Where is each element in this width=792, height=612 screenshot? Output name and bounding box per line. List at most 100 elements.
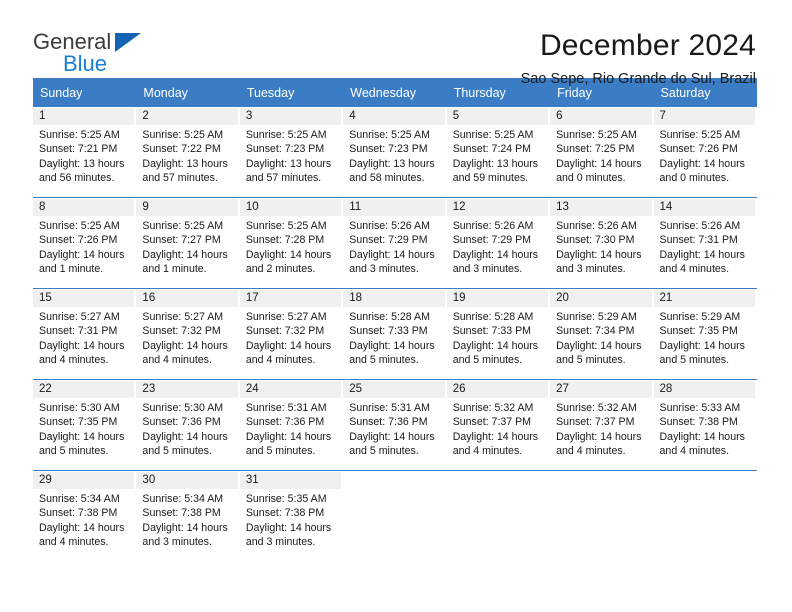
- day-cell-content: 31 Sunrise: 5:35 AM Sunset: 7:38 PM Dayligh…: [239, 472, 343, 561]
- daylight-duration-line1: Daylight: 14 hours: [245, 430, 332, 443]
- day-number: 21: [653, 290, 755, 307]
- calendar-day-cell[interactable]: 29 Sunrise: 5:34 AM Sunset: 7:38 PM Dayligh…: [33, 470, 137, 561]
- sunrise-time: Sunrise: 5:26 AM: [349, 220, 430, 232]
- daylight-duration-line2: and 4 minutes.: [452, 445, 523, 458]
- calendar-day-cell[interactable]: 4 Sunrise: 5:25 AM Sunset: 7:23 PM Daylight…: [343, 107, 446, 198]
- daylight-duration-line2: and 3 minutes.: [556, 263, 626, 276]
- daylight-duration-line1: Daylight: 14 hours: [659, 248, 745, 261]
- day-cell-content: 7 Sunrise: 5:25 AM Sunset: 7:26 PM Daylight…: [653, 108, 757, 197]
- sunrise-time: Sunrise: 5:26 AM: [659, 220, 741, 232]
- calendar-day-cell[interactable]: 20 Sunrise: 5:29 AM Sunset: 7:34 PM Dayligh…: [550, 288, 654, 380]
- sunrise-time: Sunrise: 5:26 AM: [556, 220, 637, 232]
- sunrise-time: Sunrise: 5:34 AM: [39, 493, 120, 505]
- calendar-day-cell[interactable]: 26 Sunrise: 5:32 AM Sunset: 7:37 PM Dayligh…: [446, 379, 551, 471]
- daylight-duration-line1: Daylight: 14 hours: [349, 430, 435, 443]
- day-number: 19: [446, 290, 549, 307]
- sunset-time: Sunset: 7:38 PM: [142, 507, 221, 520]
- calendar-day-cell[interactable]: 11 Sunrise: 5:26 AM Sunset: 7:29 PM Dayligh…: [343, 197, 447, 289]
- sunrise-time: Sunrise: 5:28 AM: [452, 311, 534, 323]
- sunset-time: Sunset: 7:34 PM: [556, 325, 635, 338]
- calendar-day-cell[interactable]: 23 Sunrise: 5:30 AM Sunset: 7:36 PM Dayligh…: [136, 379, 240, 471]
- daylight-duration-line2: and 56 minutes.: [39, 172, 115, 185]
- sunset-time: Sunset: 7:32 PM: [142, 325, 221, 338]
- day-cell-content: 22 Sunrise: 5:30 AM Sunset: 7:35 PM Dayligh…: [33, 381, 136, 470]
- calendar-day-cell[interactable]: 30 Sunrise: 5:34 AM Sunset: 7:38 PM Dayligh…: [136, 470, 240, 561]
- calendar-day-cell[interactable]: 31 Sunrise: 5:35 AM Sunset: 7:38 PM Dayligh…: [239, 470, 344, 561]
- calendar-day-cell[interactable]: 8 Sunrise: 5:25 AM Sunset: 7:26 PM Daylight…: [33, 197, 137, 289]
- day-cell-content: [654, 472, 757, 561]
- day-sun-info: Sunrise: 5:27 AM Sunset: 7:32 PM Daylight:…: [136, 307, 239, 368]
- day-cell-content: 26 Sunrise: 5:32 AM Sunset: 7:37 PM Dayligh…: [446, 381, 550, 470]
- day-cell-content: 25 Sunrise: 5:31 AM Sunset: 7:36 PM Dayligh…: [343, 381, 446, 470]
- calendar-day-cell[interactable]: 15 Sunrise: 5:27 AM Sunset: 7:31 PM Dayligh…: [33, 288, 137, 380]
- calendar-day-cell[interactable]: 5 Sunrise: 5:25 AM Sunset: 7:24 PM Daylight…: [446, 107, 550, 198]
- daylight-duration-line1: Daylight: 14 hours: [142, 430, 228, 443]
- day-number: 7: [653, 108, 755, 125]
- calendar-day-cell[interactable]: 9 Sunrise: 5:25 AM Sunset: 7:27 PM Daylight…: [136, 197, 240, 289]
- daylight-duration-line1: Daylight: 14 hours: [659, 430, 745, 443]
- calendar-day-cell[interactable]: 13 Sunrise: 5:26 AM Sunset: 7:30 PM Dayligh…: [550, 197, 654, 289]
- sunrise-time: Sunrise: 5:33 AM: [659, 402, 741, 414]
- daylight-duration-line2: and 5 minutes.: [556, 354, 626, 367]
- sunset-time: Sunset: 7:36 PM: [349, 416, 428, 429]
- calendar-day-cell[interactable]: 14 Sunrise: 5:26 AM Sunset: 7:31 PM Dayligh…: [653, 197, 757, 289]
- calendar-day-cell[interactable]: 25 Sunrise: 5:31 AM Sunset: 7:36 PM Dayligh…: [343, 379, 447, 471]
- sunset-time: Sunset: 7:33 PM: [349, 325, 428, 338]
- day-cell-content: 3 Sunrise: 5:25 AM Sunset: 7:23 PM Daylight…: [239, 108, 343, 197]
- sunrise-time: Sunrise: 5:27 AM: [39, 311, 120, 323]
- generalblue-logo[interactable]: General Blue: [33, 28, 163, 86]
- day-sun-info: Sunrise: 5:25 AM Sunset: 7:26 PM Daylight:…: [33, 216, 136, 277]
- daylight-duration-line1: Daylight: 14 hours: [349, 248, 435, 261]
- calendar-day-cell[interactable]: 3 Sunrise: 5:25 AM Sunset: 7:23 PM Daylight…: [239, 107, 343, 198]
- sunset-time: Sunset: 7:23 PM: [349, 143, 428, 156]
- daylight-duration-line2: and 5 minutes.: [39, 445, 109, 458]
- calendar-day-cell[interactable]: 27 Sunrise: 5:32 AM Sunset: 7:37 PM Dayligh…: [550, 379, 654, 471]
- day-cell-content: 20 Sunrise: 5:29 AM Sunset: 7:34 PM Dayligh…: [550, 290, 653, 379]
- calendar-day-cell[interactable]: 16 Sunrise: 5:27 AM Sunset: 7:32 PM Dayligh…: [136, 288, 240, 380]
- calendar-week-row: 1 Sunrise: 5:25 AM Sunset: 7:21 PM Daylight…: [33, 107, 757, 198]
- calendar-day-cell[interactable]: 1 Sunrise: 5:25 AM Sunset: 7:21 PM Daylight…: [33, 107, 136, 198]
- sunrise-time: Sunrise: 5:27 AM: [142, 311, 224, 323]
- calendar-week-row: 15 Sunrise: 5:27 AM Sunset: 7:31 PM Dayligh…: [33, 288, 757, 380]
- day-number: 12: [446, 199, 549, 216]
- daylight-duration-line2: and 4 minutes.: [556, 445, 626, 458]
- sunset-time: Sunset: 7:32 PM: [245, 325, 325, 338]
- calendar-day-cell[interactable]: 21 Sunrise: 5:29 AM Sunset: 7:35 PM Dayligh…: [653, 288, 757, 380]
- day-sun-info: Sunrise: 5:32 AM Sunset: 7:37 PM Daylight:…: [447, 398, 550, 459]
- day-sun-info: Sunrise: 5:29 AM Sunset: 7:35 PM Daylight:…: [654, 307, 757, 368]
- sunrise-time: Sunrise: 5:25 AM: [245, 220, 327, 232]
- calendar-day-cell[interactable]: 10 Sunrise: 5:25 AM Sunset: 7:28 PM Dayligh…: [239, 197, 344, 289]
- day-cell-content: 4 Sunrise: 5:25 AM Sunset: 7:23 PM Daylight…: [343, 108, 446, 197]
- calendar-day-cell[interactable]: 19 Sunrise: 5:28 AM Sunset: 7:33 PM Dayligh…: [446, 288, 551, 380]
- calendar-day-cell[interactable]: 17 Sunrise: 5:27 AM Sunset: 7:32 PM Dayligh…: [239, 288, 344, 380]
- day-sun-info: Sunrise: 5:25 AM Sunset: 7:23 PM Daylight:…: [240, 125, 343, 186]
- day-sun-info: Sunrise: 5:27 AM Sunset: 7:31 PM Daylight:…: [33, 307, 136, 368]
- daylight-duration-line1: Daylight: 14 hours: [142, 248, 228, 261]
- day-sun-info: Sunrise: 5:28 AM Sunset: 7:33 PM Daylight:…: [343, 307, 446, 368]
- calendar-day-cell[interactable]: 22 Sunrise: 5:30 AM Sunset: 7:35 PM Dayligh…: [33, 379, 137, 471]
- calendar-day-cell[interactable]: 12 Sunrise: 5:26 AM Sunset: 7:29 PM Dayligh…: [446, 197, 551, 289]
- sunset-time: Sunset: 7:22 PM: [142, 143, 221, 156]
- daylight-duration-line1: Daylight: 13 hours: [349, 157, 435, 170]
- daylight-duration-line2: and 4 minutes.: [39, 536, 109, 549]
- day-cell-content: 14 Sunrise: 5:26 AM Sunset: 7:31 PM Dayligh…: [653, 199, 757, 288]
- day-number: 30: [136, 472, 238, 489]
- calendar-day-cell[interactable]: 24 Sunrise: 5:31 AM Sunset: 7:36 PM Dayligh…: [239, 379, 344, 471]
- sunset-time: Sunset: 7:35 PM: [39, 416, 118, 429]
- calendar-day-cell[interactable]: 6 Sunrise: 5:25 AM Sunset: 7:25 PM Daylight…: [550, 107, 653, 198]
- sunrise-time: Sunrise: 5:25 AM: [349, 129, 430, 141]
- day-sun-info: Sunrise: 5:25 AM Sunset: 7:23 PM Daylight:…: [343, 125, 446, 186]
- day-sun-info: Sunrise: 5:25 AM Sunset: 7:24 PM Daylight:…: [447, 125, 550, 186]
- day-sun-info: Sunrise: 5:31 AM Sunset: 7:36 PM Daylight:…: [240, 398, 343, 459]
- day-cell-content: 5 Sunrise: 5:25 AM Sunset: 7:24 PM Daylight…: [446, 108, 550, 197]
- calendar-day-cell[interactable]: 28 Sunrise: 5:33 AM Sunset: 7:38 PM Dayligh…: [653, 379, 757, 471]
- calendar-day-cell[interactable]: 7 Sunrise: 5:25 AM Sunset: 7:26 PM Daylight…: [653, 107, 757, 198]
- day-cell-content: 18 Sunrise: 5:28 AM Sunset: 7:33 PM Dayligh…: [343, 290, 446, 379]
- daylight-duration-line2: and 4 minutes.: [142, 354, 212, 367]
- day-cell-content: 28 Sunrise: 5:33 AM Sunset: 7:38 PM Dayligh…: [653, 381, 757, 470]
- sunrise-time: Sunrise: 5:25 AM: [39, 129, 120, 141]
- calendar-day-cell[interactable]: 2 Sunrise: 5:25 AM Sunset: 7:22 PM Daylight…: [136, 107, 239, 198]
- sunrise-time: Sunrise: 5:32 AM: [556, 402, 637, 414]
- calendar-day-cell[interactable]: 18 Sunrise: 5:28 AM Sunset: 7:33 PM Dayligh…: [343, 288, 447, 380]
- day-sun-info: Sunrise: 5:29 AM Sunset: 7:34 PM Daylight:…: [550, 307, 653, 368]
